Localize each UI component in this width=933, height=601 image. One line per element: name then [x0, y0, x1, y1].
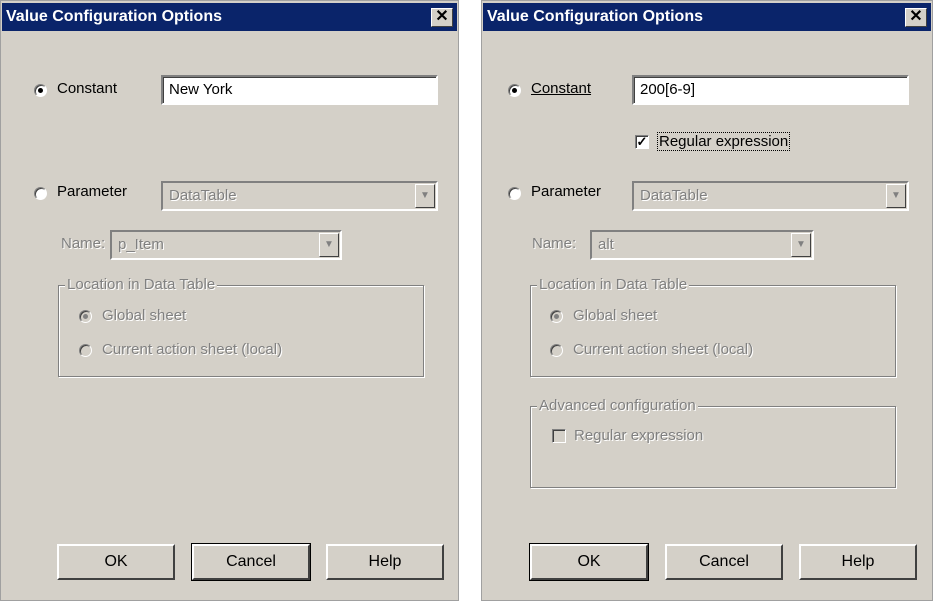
- right-title-bar: Value Configuration Options ✕: [483, 3, 931, 31]
- left-global-sheet-label[interactable]: Global sheet: [102, 307, 186, 324]
- right-dialog: Value Configuration Options ✕ Constant 2…: [481, 0, 933, 601]
- right-regex-label[interactable]: Regular expression: [657, 132, 791, 151]
- left-close-icon[interactable]: ✕: [431, 8, 453, 27]
- left-name-chevron-down-icon[interactable]: ▼: [319, 233, 339, 257]
- left-parameter-label[interactable]: Parameter: [57, 183, 127, 200]
- left-dialog-title: Value Configuration Options: [6, 8, 222, 25]
- left-dialog: Value Configuration Options ✕ Constant N…: [0, 0, 459, 601]
- right-parameter-chevron-down-icon[interactable]: ▼: [886, 184, 906, 208]
- right-cancel-button[interactable]: Cancel: [665, 544, 783, 580]
- right-regex-checkbox[interactable]: ✓: [635, 135, 649, 149]
- right-constant-input[interactable]: 200[6-9]: [632, 75, 909, 105]
- right-global-sheet-label[interactable]: Global sheet: [573, 307, 657, 324]
- right-name-chevron-down-icon[interactable]: ▼: [791, 233, 811, 257]
- left-name-label: Name:: [61, 235, 106, 252]
- right-close-icon[interactable]: ✕: [905, 8, 927, 27]
- left-current-sheet-label[interactable]: Current action sheet (local): [102, 341, 282, 358]
- left-name-dropdown[interactable]: p_Item ▼: [110, 230, 342, 260]
- right-name-dropdown[interactable]: alt ▼: [590, 230, 814, 260]
- left-parameter-value: DataTable: [169, 187, 237, 204]
- right-parameter-value: DataTable: [640, 187, 708, 204]
- right-constant-label[interactable]: Constant: [531, 80, 591, 97]
- left-name-value: p_Item: [118, 236, 164, 253]
- right-advanced-regex-checkbox[interactable]: [552, 429, 566, 443]
- right-advanced-legend: Advanced configuration: [537, 397, 698, 414]
- right-location-group: Location in Data Table: [530, 276, 896, 377]
- right-advanced-group: Advanced configuration: [530, 397, 896, 488]
- left-cancel-button[interactable]: Cancel: [191, 543, 311, 581]
- right-parameter-radio[interactable]: [508, 187, 521, 200]
- right-advanced-regex-label[interactable]: Regular expression: [574, 427, 703, 444]
- right-name-label: Name:: [532, 235, 577, 252]
- left-constant-label[interactable]: Constant: [57, 80, 117, 97]
- right-help-button[interactable]: Help: [799, 544, 917, 580]
- right-ok-button[interactable]: OK: [529, 543, 649, 581]
- right-parameter-label[interactable]: Parameter: [531, 183, 601, 200]
- right-global-sheet-radio[interactable]: [550, 310, 563, 323]
- right-current-sheet-label[interactable]: Current action sheet (local): [573, 341, 753, 358]
- left-constant-input[interactable]: New York: [161, 75, 438, 105]
- right-current-sheet-radio[interactable]: [550, 344, 563, 357]
- left-help-button[interactable]: Help: [326, 544, 444, 580]
- left-location-legend: Location in Data Table: [65, 276, 218, 293]
- right-name-value: alt: [598, 236, 614, 253]
- right-parameter-dropdown[interactable]: DataTable ▼: [632, 181, 909, 211]
- left-ok-button[interactable]: OK: [57, 544, 175, 580]
- left-current-sheet-radio[interactable]: [79, 344, 92, 357]
- left-parameter-radio[interactable]: [34, 187, 47, 200]
- right-constant-radio[interactable]: [508, 84, 521, 97]
- left-constant-radio[interactable]: [34, 84, 47, 97]
- left-parameter-chevron-down-icon[interactable]: ▼: [415, 184, 435, 208]
- left-parameter-dropdown[interactable]: DataTable ▼: [161, 181, 438, 211]
- left-title-bar: Value Configuration Options ✕: [2, 3, 457, 31]
- left-global-sheet-radio[interactable]: [79, 310, 92, 323]
- right-location-legend: Location in Data Table: [537, 276, 690, 293]
- right-dialog-title: Value Configuration Options: [487, 8, 703, 25]
- right-regex-label-text: Regular expression: [657, 132, 791, 151]
- left-location-group: Location in Data Table: [58, 276, 424, 377]
